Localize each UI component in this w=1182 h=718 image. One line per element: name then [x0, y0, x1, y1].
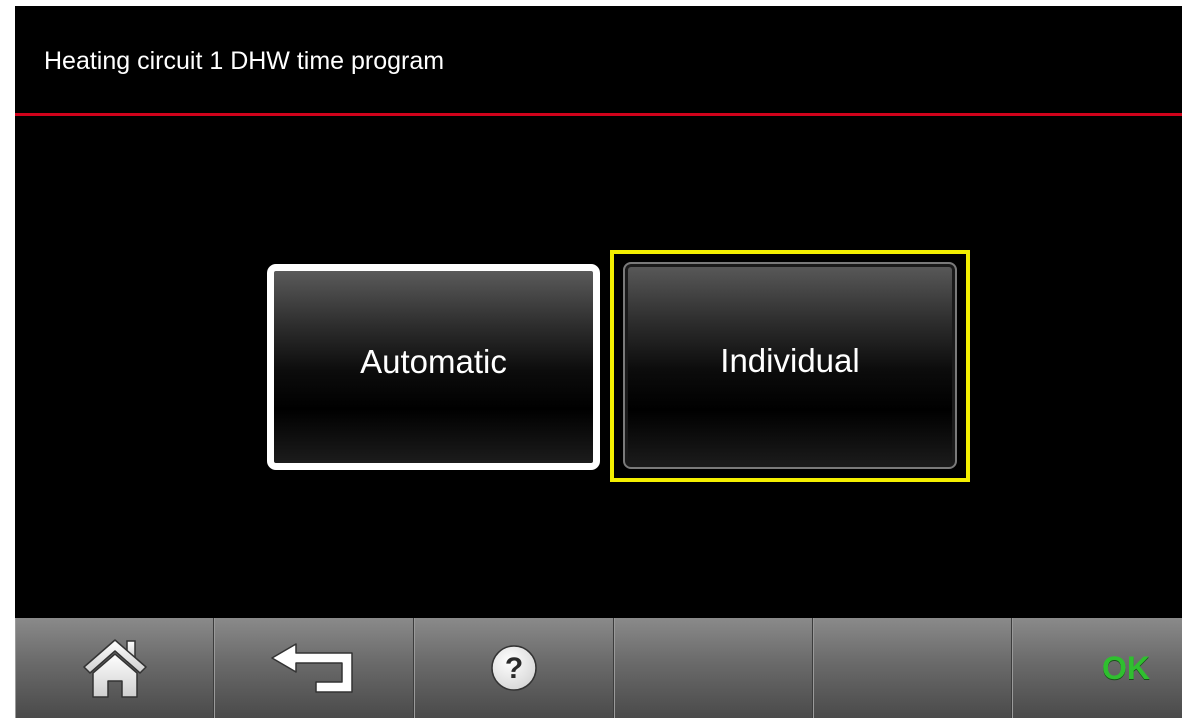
header-divider — [15, 113, 1182, 116]
back-arrow-icon — [271, 643, 353, 693]
help-button[interactable]: ? — [414, 618, 614, 718]
individual-button[interactable]: Individual — [623, 262, 957, 469]
footer-empty-slot-1 — [614, 618, 813, 718]
screen: Heating circuit 1 DHW time program Autom… — [15, 6, 1182, 718]
page-title: Heating circuit 1 DHW time program — [44, 47, 445, 75]
ok-button-label: OK — [1102, 649, 1150, 686]
back-button[interactable] — [214, 618, 414, 718]
header-bar: Heating circuit 1 DHW time program — [15, 6, 1182, 116]
footer-toolbar: ? OK — [15, 618, 1182, 718]
automatic-button[interactable]: Automatic — [267, 264, 600, 470]
home-button[interactable] — [15, 618, 214, 718]
ok-button[interactable]: OK — [1012, 618, 1182, 718]
help-icon: ? — [491, 645, 537, 691]
home-icon — [82, 639, 147, 698]
automatic-button-label: Automatic — [360, 343, 507, 380]
svg-text:?: ? — [505, 652, 523, 685]
individual-button-label: Individual — [720, 341, 860, 379]
footer-empty-slot-2 — [813, 618, 1012, 718]
